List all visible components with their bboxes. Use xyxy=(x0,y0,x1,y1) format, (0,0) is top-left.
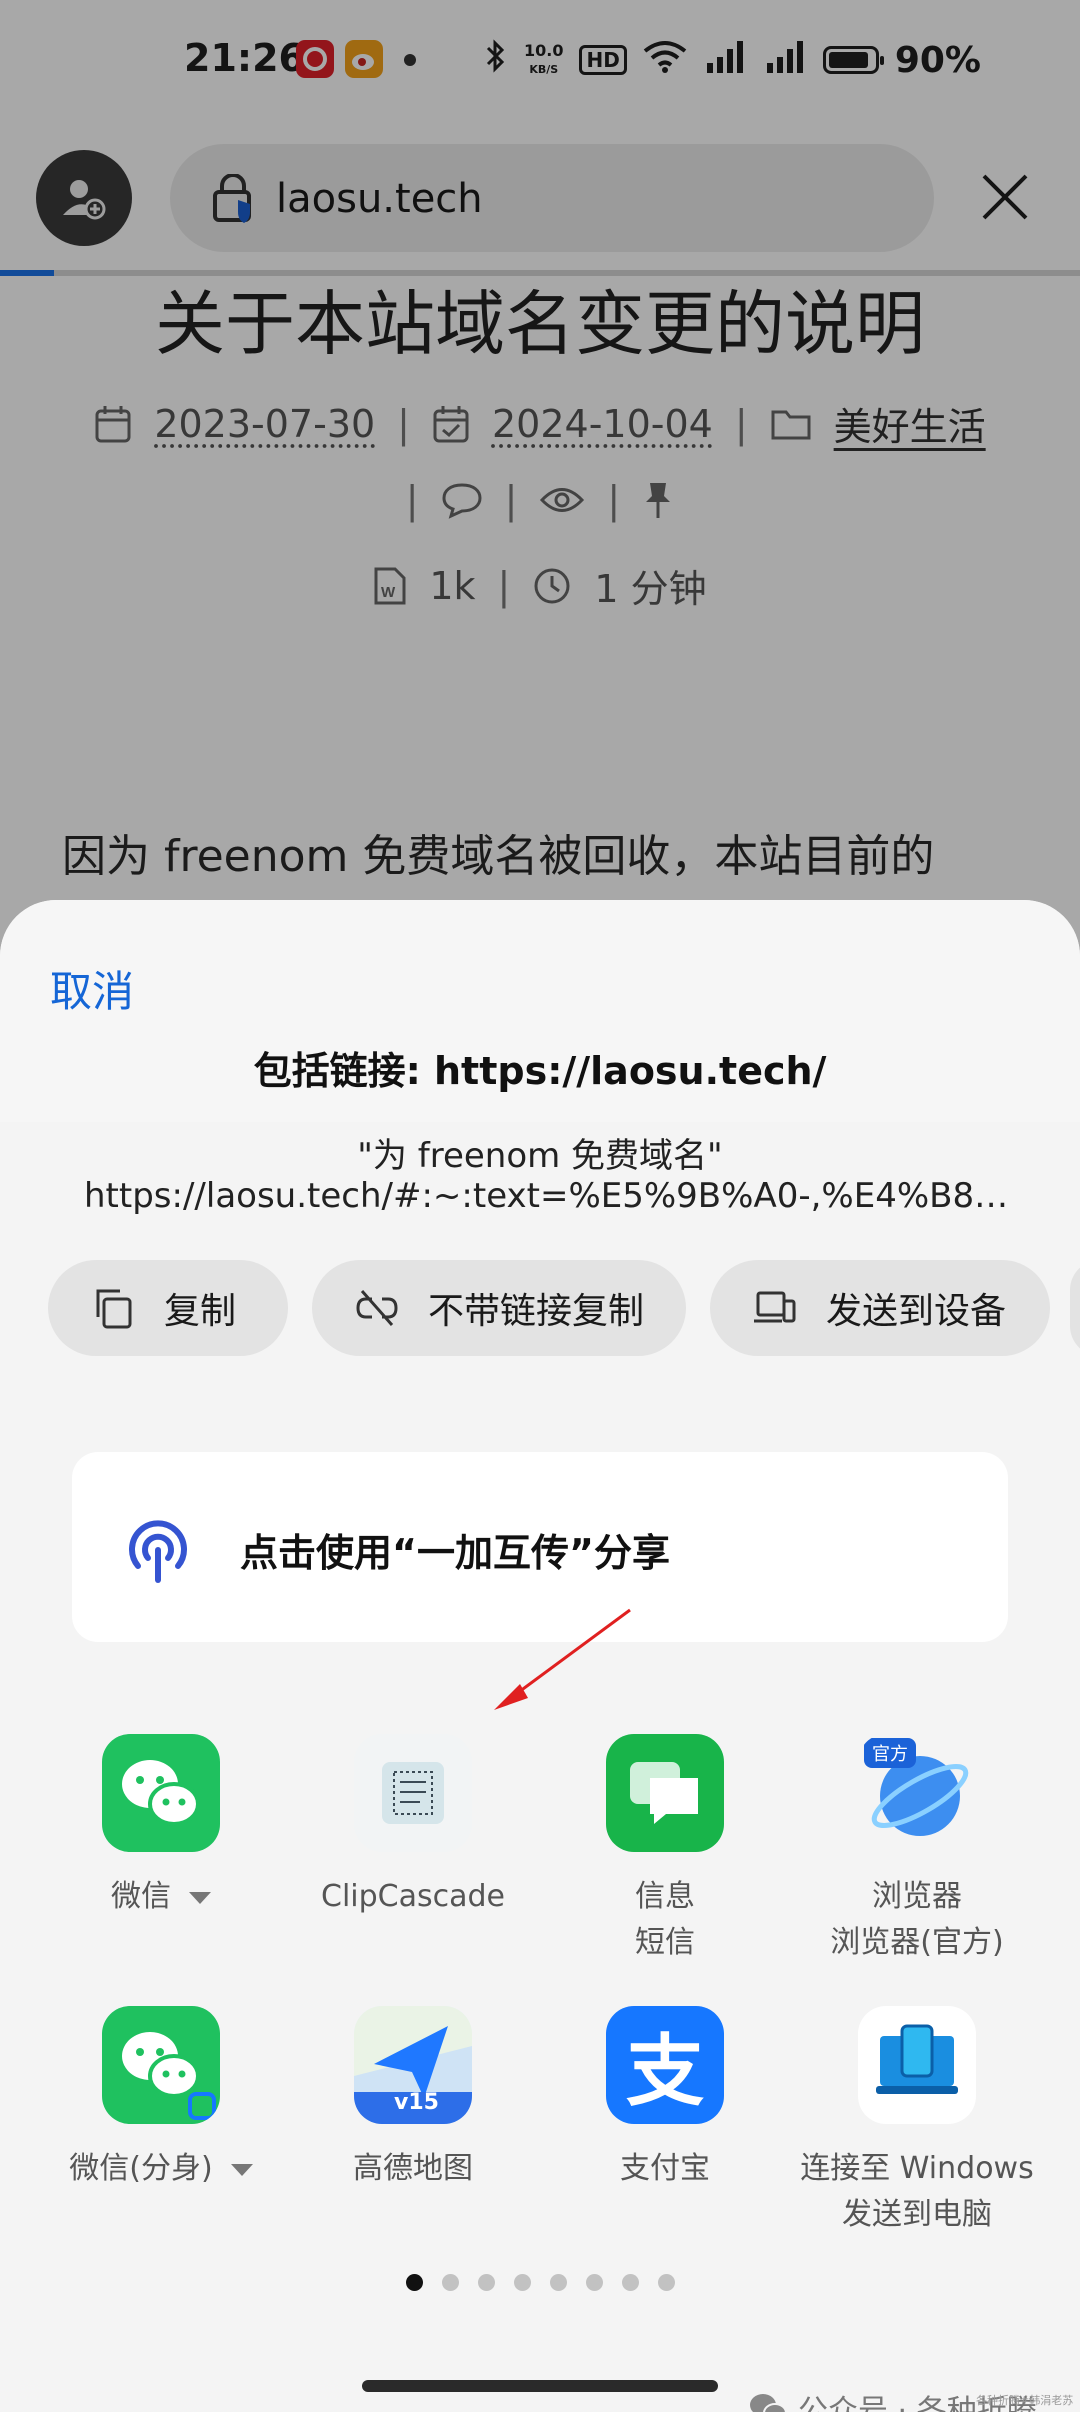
send-to-device-button[interactable]: 发送到设备 xyxy=(710,1260,1050,1356)
chevron-down-icon[interactable] xyxy=(189,1891,211,1904)
messages-icon xyxy=(606,1734,724,1852)
page-dot[interactable] xyxy=(585,2274,603,2291)
quoted-text: "为 freenom 免费域名" xyxy=(357,1136,723,1176)
official-badge: 官方 xyxy=(864,1738,916,1768)
wechat-icon xyxy=(102,1734,220,1852)
alipay-icon: 支 xyxy=(606,2006,724,2124)
more-actions-chip[interactable] xyxy=(1070,1260,1080,1356)
share-sheet: 取消 包括链接: https://laosu.tech/ "为 freenom … xyxy=(0,900,1080,2412)
page-dot[interactable] xyxy=(477,2274,495,2291)
watermark-small: 各种折腾#韩涓老苏 xyxy=(976,2394,1074,2407)
cancel-button[interactable]: 取消 xyxy=(50,958,134,1019)
home-indicator[interactable] xyxy=(362,2380,718,2392)
oneplus-share-card[interactable]: 点击使用“一加互传”分享 xyxy=(72,1452,1008,1642)
share-target-alipay[interactable]: 支 支付宝 xyxy=(540,2006,790,2192)
share-sheet-header: 取消 包括链接: https://laosu.tech/ xyxy=(0,900,1080,1122)
share-target-link-to-windows[interactable]: 连接至 Windows 发送到电脑 xyxy=(792,2006,1042,2238)
page-indicator[interactable] xyxy=(0,2274,1080,2291)
send-to-device-icon xyxy=(754,1291,796,1323)
page-dot[interactable] xyxy=(405,2274,423,2291)
share-target-wechat[interactable]: 微信 xyxy=(36,1734,286,1920)
wireless-share-icon xyxy=(129,1520,187,1583)
amap-icon: v15 xyxy=(354,2006,472,2124)
copy-without-link-button[interactable]: 不带链接复制 xyxy=(312,1260,686,1356)
version-badge: v15 xyxy=(394,2090,439,2115)
wechat-logo-icon xyxy=(750,2394,787,2412)
share-target-browser[interactable]: 官方 浏览器 浏览器(官方) xyxy=(792,1734,1042,1966)
page-dot[interactable] xyxy=(621,2274,639,2291)
copy-icon xyxy=(96,1289,132,1329)
wechat-clone-icon xyxy=(102,2006,220,2124)
share-target-clipcascade[interactable]: ClipCascade xyxy=(288,1734,538,1920)
chevron-down-icon[interactable] xyxy=(230,2163,253,2176)
browser-globe-icon: 官方 xyxy=(858,1734,976,1852)
share-target-messages[interactable]: 信息 短信 xyxy=(540,1734,790,1966)
copy-button[interactable]: 复制 xyxy=(48,1260,288,1356)
page-dot[interactable] xyxy=(513,2274,531,2291)
include-link-text: 包括链接: https://laosu.tech/ xyxy=(253,1049,827,1093)
page-dot[interactable] xyxy=(549,2274,567,2291)
link-to-windows-icon xyxy=(858,2006,976,2124)
quoted-url: https://laosu.tech/#:~:text=%E5%9B%A0-,%… xyxy=(84,1176,1010,1216)
clipcascade-icon xyxy=(354,1734,472,1852)
share-target-amap[interactable]: v15 高德地图 xyxy=(288,2006,538,2192)
oneplus-share-label: 点击使用“一加互传”分享 xyxy=(240,1531,670,1575)
page-dot[interactable] xyxy=(441,2274,459,2291)
page-dot[interactable] xyxy=(657,2274,675,2291)
share-target-wechat-clone[interactable]: 微信(分身) xyxy=(36,2006,286,2192)
unlink-icon xyxy=(356,1290,398,1326)
